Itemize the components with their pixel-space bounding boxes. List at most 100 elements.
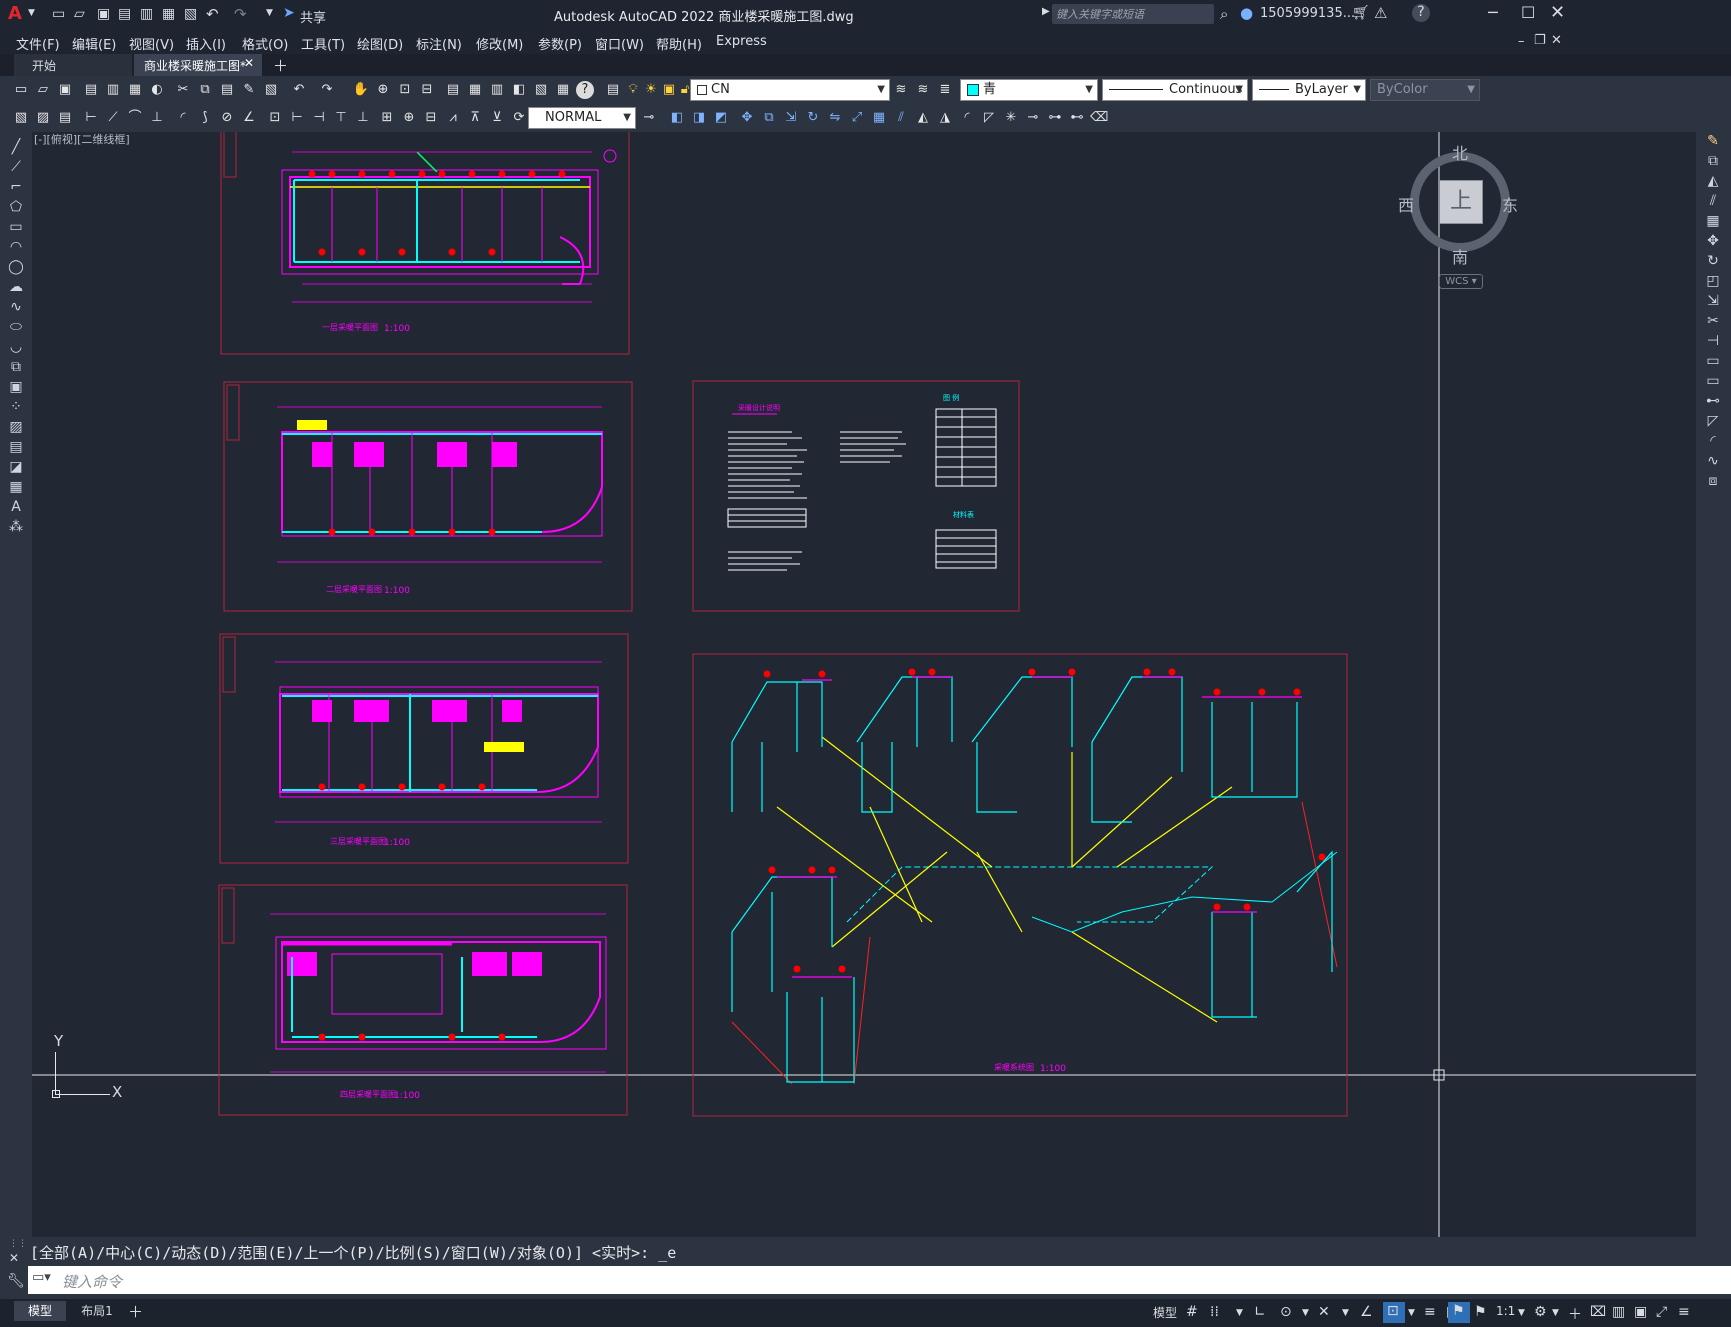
break-at-point-icon[interactable]: ▭ [1704,352,1722,370]
open-icon[interactable]: ▱ [34,81,52,99]
move-icon[interactable]: ✥ [1704,232,1722,250]
sheet-floor2[interactable]: 二层采暖平面图 1:100 [223,381,633,612]
array-icon[interactable]: ▦ [870,109,888,127]
stretch-icon[interactable]: ⇲ [782,109,800,127]
break-icon[interactable]: ⊶ [1046,109,1064,127]
hatch-icon[interactable]: ▨ [7,418,25,436]
arc-length-icon[interactable]: ⌒ [126,109,144,127]
fillet-icon[interactable]: ◜ [1704,432,1722,450]
erase-icon[interactable]: ✎ [1704,132,1722,150]
model-space-button[interactable]: 模型 [1153,1304,1177,1321]
table-style-icon[interactable]: ▤ [56,109,74,127]
rectangle-icon[interactable]: ▭ [7,218,25,236]
dim-text-edit-icon[interactable]: ⊻ [488,109,506,127]
region-icon[interactable]: ◪ [7,458,25,476]
undo-icon[interactable]: ↶ [290,81,308,99]
command-input-box[interactable]: ▭▾ 键入命令 [28,1266,1731,1294]
app-menu-chevron-icon[interactable]: ▼ [28,8,35,18]
menu-file[interactable]: 文件(F) [16,34,60,53]
annotation-scale[interactable]: 1:1 [1496,1304,1515,1318]
stretch-icon[interactable]: ⇲ [1704,292,1722,310]
block-editor-icon[interactable]: ▧ [262,81,280,99]
compass-west[interactable]: 西 [1398,192,1414,216]
extend-icon[interactable]: ⊣ [1704,332,1722,350]
bring-front-icon[interactable]: ◨ [690,109,708,127]
jogged-dim-icon[interactable]: ⟆ [196,109,214,127]
cart-icon[interactable]: 🛒︎ [1352,5,1370,21]
units-icon[interactable]: ⌧ [1590,1304,1606,1320]
viewcube-face-top[interactable]: 上 [1439,180,1483,224]
sheet-system[interactable]: 采暖系统图 1:100 [692,653,1348,1117]
menu-express[interactable]: Express [716,34,767,49]
mirror-icon[interactable]: ◭ [1704,172,1722,190]
copy-icon[interactable]: ⧉ [196,81,214,99]
save-icon[interactable]: ▣ [97,6,110,22]
ellipse-icon[interactable]: ⬭ [7,318,25,336]
color-dropdown[interactable]: 青 ▼ [960,79,1098,101]
explode-icon[interactable]: ✳ [1002,109,1020,127]
diameter-dim-icon[interactable]: ⊘ [218,109,236,127]
snap-chevron-icon[interactable]: ▼ [1236,1308,1243,1318]
extend-icon[interactable]: ◮ [936,109,954,127]
menu-tools[interactable]: 工具(T) [301,34,345,53]
move-icon[interactable]: ✥ [738,109,756,127]
dim-space-icon[interactable]: ⊤ [332,109,350,127]
grid-icon[interactable]: # [1186,1304,1198,1320]
compass-east[interactable]: 东 [1502,192,1518,216]
mtext-icon[interactable]: A [7,498,25,516]
tab-start[interactable]: 开始 [14,54,132,76]
text-style-icon[interactable]: ▨ [34,109,52,127]
save-as-icon[interactable]: ▤ [118,6,131,22]
mirror-icon[interactable]: ⇋ [826,109,844,127]
add-selected-icon[interactable]: ⁂ [7,518,25,536]
menu-help[interactable]: 帮助(H) [656,34,702,53]
rotate-icon[interactable]: ↻ [804,109,822,127]
menu-window[interactable]: 窗口(W) [595,34,644,53]
array-icon[interactable]: ▦ [1704,212,1722,230]
plot-icon[interactable]: ▤ [82,81,100,99]
undo-icon[interactable]: ↶ [206,5,219,23]
customize-chevron-icon[interactable]: ▼ [266,8,273,18]
tab-drawing[interactable]: 商业楼采暖施工图* ✕ [134,54,262,76]
scale-icon[interactable]: ◰ [1704,272,1722,290]
command-input[interactable]: 键入命令 [62,1271,122,1292]
inspection-icon[interactable]: ⊟ [422,109,440,127]
erase-icon[interactable]: ⌫ [1090,109,1108,127]
dim-override-icon[interactable]: ⊸ [640,109,658,127]
osnap-tracking-icon[interactable]: ✕ [1318,1304,1330,1320]
linetype-dropdown[interactable]: Continuous ▼ [1102,79,1248,101]
command-recent-icon[interactable]: ▭▾ [32,1270,51,1285]
chamfer-icon[interactable]: ◸ [1704,412,1722,430]
paste-icon[interactable]: ▤ [218,81,236,99]
tool-palettes-icon[interactable]: ▥ [488,81,506,99]
customization-icon[interactable]: ≡ [1678,1304,1690,1320]
qnew-icon[interactable]: ▭ [12,81,30,99]
compass-north[interactable]: 北 [1452,140,1468,164]
sheet-floor4[interactable]: 四层采暖平面图 1:100 [218,884,628,1116]
save-icon[interactable]: ▣ [56,81,74,99]
scale-icon[interactable]: ⤢ [848,109,866,127]
dim-style-icon[interactable]: ▧ [12,109,30,127]
search-input[interactable]: 键入关键字或短语 [1056,6,1144,22]
sheet-set-icon[interactable]: ◧ [510,81,528,99]
open-file-icon[interactable]: ▱ [74,6,85,22]
plot-preview-icon[interactable]: ▥ [104,81,122,99]
offset-icon[interactable]: ⫽ [1704,192,1722,210]
lineweight-icon[interactable]: ≡ [1424,1304,1436,1320]
ortho-icon[interactable]: ∟ [1254,1304,1266,1320]
scale-chevron-icon[interactable]: ▼ [1518,1308,1525,1318]
explode-icon[interactable]: ⧈ [1704,472,1722,490]
user-name[interactable]: 1505999135... [1260,6,1355,21]
compass-south[interactable]: 南 [1452,244,1468,268]
calculator-icon[interactable]: ▦ [554,81,572,99]
menu-parametric[interactable]: 参数(P) [538,34,582,53]
new-file-icon[interactable]: ▭ [52,6,65,22]
doc-close-button[interactable]: ✕ [1551,33,1562,48]
fillet-icon[interactable]: ◜ [958,109,976,127]
autodesk-app-icon[interactable]: ⚠ [1374,4,1387,22]
break-icon[interactable]: ▭ [1704,372,1722,390]
plot-icon[interactable]: ▥ [140,6,153,22]
gradient-icon[interactable]: ▤ [7,438,25,456]
publish-icon[interactable]: ▦ [126,81,144,99]
text-style-dropdown[interactable]: NORMAL ▼ [528,107,636,129]
